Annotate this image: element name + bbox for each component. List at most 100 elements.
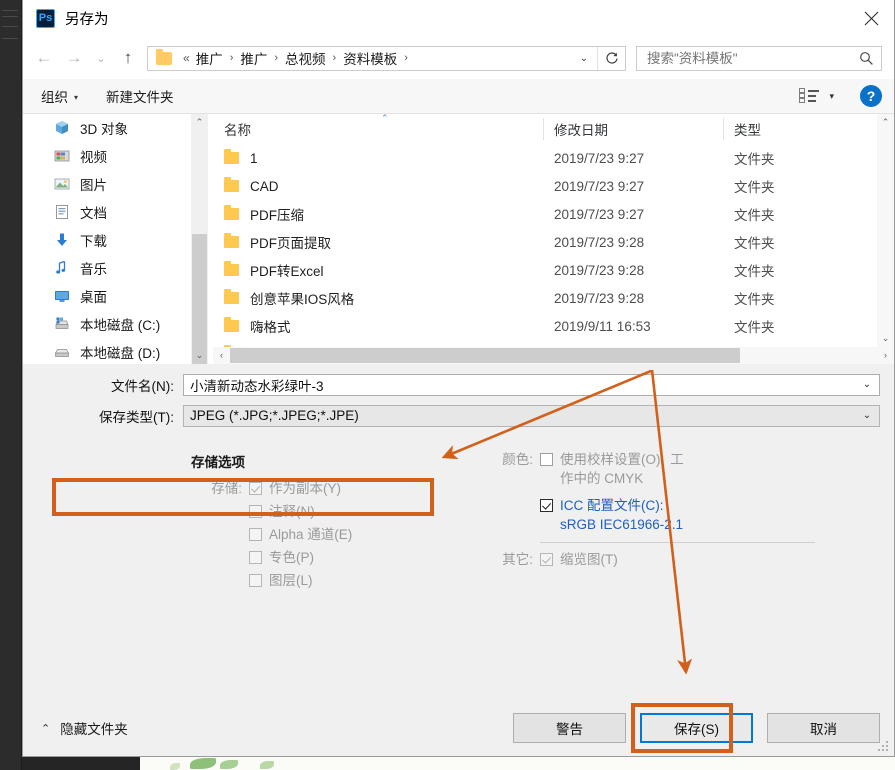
file-list-vertical-scrollbar[interactable]: ⌃ ⌄: [877, 114, 894, 347]
new-folder-button[interactable]: 新建文件夹: [106, 86, 174, 106]
file-name: PDF转Excel: [250, 264, 324, 279]
breadcrumb-item-3[interactable]: 资料模板: [341, 48, 399, 68]
save-option-annotations[interactable]: 注释(N): [191, 503, 468, 520]
chevron-down-icon[interactable]: ⌄: [855, 406, 879, 426]
file-name: 嗨格式: [250, 320, 291, 335]
table-row[interactable]: 创意苹果IOS风格 2019/7/23 9:28 文件夹: [213, 284, 894, 312]
checkbox-annotations[interactable]: [249, 504, 262, 518]
other-prefix-label: 其它:: [502, 551, 533, 567]
file-list-rows: 1 2019/7/23 9:27 文件夹 CAD 2019/7/23 9:27 …: [213, 144, 894, 364]
sidebar-item-label: 音乐: [80, 262, 107, 277]
other-option-thumbnail[interactable]: 其它: 缩览图(T): [482, 551, 894, 568]
hide-folders-label: 隐藏文件夹: [60, 722, 128, 737]
file-date: 2019/7/23 9:28: [554, 234, 645, 250]
table-row[interactable]: PDF转Excel 2019/7/23 9:28 文件夹: [213, 256, 894, 284]
sidebar-item-label: 本地磁盘 (C:): [80, 318, 161, 333]
sidebar-scroll-thumb[interactable]: [192, 234, 207, 364]
sidebar-item-3d-objects[interactable]: 3D 对象: [23, 114, 208, 142]
color-option-icc-profile[interactable]: ICC 配置文件(C):: [482, 497, 894, 514]
save-option-copy[interactable]: 存储: 作为副本(Y): [191, 480, 468, 497]
sidebar-item-downloads[interactable]: 下载: [23, 226, 208, 254]
address-bar[interactable]: « 推广 › 推广 › 总视频 › 资料模板 › ⌄: [147, 45, 626, 71]
navigation-pane: 3D 对象 视频 图片 文档 下载 音乐 桌面 本地磁盘 (C:) 本地磁盘 (…: [23, 114, 208, 364]
column-header-label: 类型: [734, 123, 761, 138]
file-name-input[interactable]: 小清新动态水彩绿叶-3 ⌄: [183, 373, 880, 396]
sidebar-item-pictures[interactable]: 图片: [23, 170, 208, 198]
save-option-alpha-channels[interactable]: Alpha 通道(E): [191, 526, 468, 543]
search-input[interactable]: [637, 49, 851, 67]
help-icon[interactable]: ?: [860, 85, 882, 107]
back-button[interactable]: ←: [29, 43, 59, 73]
cancel-button[interactable]: 取消: [767, 713, 880, 743]
sidebar-item-label: 下载: [80, 234, 107, 249]
hscroll-track[interactable]: [230, 347, 877, 364]
save-option-layers[interactable]: 图层(L): [191, 572, 468, 589]
sidebar-item-label: 桌面: [80, 290, 107, 305]
column-header-type[interactable]: 类型: [723, 114, 863, 144]
sidebar-item-label: 图片: [80, 178, 107, 193]
breadcrumb-overflow[interactable]: «: [179, 51, 194, 65]
chevron-down-icon[interactable]: ⌄: [855, 375, 879, 395]
file-date: 2019/7/23 9:28: [554, 262, 645, 278]
list-view-icon[interactable]: [799, 88, 820, 104]
table-row[interactable]: CAD 2019/7/23 9:27 文件夹: [213, 172, 894, 200]
sidebar-item-local-disk-c[interactable]: 本地磁盘 (C:): [23, 310, 208, 338]
checkbox-spot-colors[interactable]: [249, 550, 262, 564]
table-row[interactable]: PDF压缩 2019/7/23 9:27 文件夹: [213, 200, 894, 228]
breadcrumb-item-2[interactable]: 总视频: [283, 48, 328, 68]
up-button[interactable]: ↑: [113, 43, 143, 73]
save-button[interactable]: 保存(S): [640, 713, 753, 743]
table-row[interactable]: 嗨格式 2019/9/11 16:53 文件夹: [213, 312, 894, 340]
checkbox-thumbnail[interactable]: [540, 552, 553, 566]
sidebar-item-desktop[interactable]: 桌面: [23, 282, 208, 310]
checkbox-layers[interactable]: [249, 573, 262, 587]
save-option-label: 专色(P): [269, 549, 314, 565]
refresh-icon[interactable]: [597, 46, 625, 70]
sidebar-scrollbar[interactable]: ⌃ ⌄: [191, 114, 208, 364]
save-as-dialog: Ps 另存为 ← → ⌄ ↑ « 推广 › 推广 › 总视频 › 资料模板 › …: [22, 0, 895, 757]
file-list-horizontal-scrollbar[interactable]: ‹ ›: [213, 346, 894, 364]
resize-grip[interactable]: [878, 741, 890, 753]
scroll-up-icon[interactable]: ⌃: [191, 114, 208, 131]
sidebar-item-documents[interactable]: 文档: [23, 198, 208, 226]
scroll-down-icon[interactable]: ⌄: [191, 347, 208, 364]
sidebar-item-music[interactable]: 音乐: [23, 254, 208, 282]
search-box[interactable]: [636, 45, 882, 71]
close-icon[interactable]: [848, 0, 894, 37]
scroll-right-icon[interactable]: ›: [877, 347, 894, 364]
color-option-proof-setup[interactable]: 颜色: 使用校样设置(O): 工: [482, 451, 894, 468]
icc-profile-value: sRGB IEC61966-2.1: [560, 516, 684, 532]
folder-icon: [224, 233, 239, 248]
file-type-select[interactable]: JPEG (*.JPG;*.JPEG;*.JPE) ⌄: [183, 404, 880, 427]
checkbox-icc-profile[interactable]: [540, 498, 553, 512]
column-header-name[interactable]: 名称 ⌃: [213, 114, 543, 144]
file-name: PDF页面提取: [250, 236, 331, 251]
save-option-label: Alpha 通道(E): [269, 526, 353, 542]
desktop-icon: [53, 287, 71, 305]
sidebar-item-videos[interactable]: 视频: [23, 142, 208, 170]
hide-folders-toggle[interactable]: ⌃ 隐藏文件夹: [41, 718, 128, 738]
scroll-down-icon[interactable]: ⌄: [877, 330, 894, 347]
organize-menu[interactable]: 组织 ▾: [41, 86, 78, 106]
checkbox-as-copy[interactable]: [249, 481, 262, 495]
sidebar-item-local-disk-d[interactable]: 本地磁盘 (D:): [23, 338, 208, 364]
table-row[interactable]: 1 2019/7/23 9:27 文件夹: [213, 144, 894, 172]
breadcrumb-item-1[interactable]: 推广: [238, 48, 269, 68]
checkbox-proof-setup[interactable]: [540, 452, 553, 466]
sidebar-item-label: 视频: [80, 150, 107, 165]
scroll-left-icon[interactable]: ‹: [213, 347, 230, 364]
forward-button[interactable]: →: [59, 43, 89, 73]
warning-button[interactable]: 警告: [513, 713, 626, 743]
column-header-date[interactable]: 修改日期: [543, 114, 723, 144]
hscroll-thumb[interactable]: [230, 347, 740, 363]
save-option-spot-colors[interactable]: 专色(P): [191, 549, 468, 566]
chevron-down-icon[interactable]: ⌄: [571, 47, 597, 70]
checkbox-alpha-channels[interactable]: [249, 527, 262, 541]
search-icon[interactable]: [851, 51, 881, 66]
file-name-zone: 文件名(N): 小清新动态水彩绿叶-3 ⌄ 保存类型(T): JPEG (*.J…: [23, 363, 894, 441]
chevron-down-icon[interactable]: ▾: [829, 91, 834, 102]
scroll-up-icon[interactable]: ⌃: [877, 114, 894, 131]
recent-locations-button[interactable]: ⌄: [89, 43, 113, 73]
breadcrumb-item-0[interactable]: 推广: [194, 48, 225, 68]
table-row[interactable]: PDF页面提取 2019/7/23 9:28 文件夹: [213, 228, 894, 256]
